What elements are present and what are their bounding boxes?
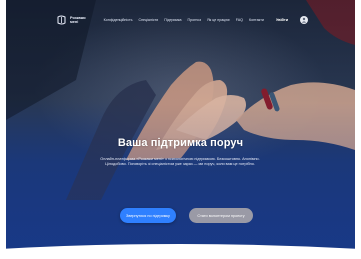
become-volunteer-button[interactable]: Стати волонтером проекту [189, 208, 253, 223]
login-link[interactable]: Увійти [276, 18, 288, 22]
user-icon[interactable] [300, 16, 309, 24]
hero-section [6, 0, 355, 259]
landing-page: Розкажи мені Конфіденційність Спеціаліст… [0, 0, 361, 259]
hero-description: Онлайн-платформа «Розкажи мені» з психол… [100, 157, 260, 167]
menu-item-contacts[interactable]: Контакти [249, 18, 264, 22]
top-navigation: Розкажи мені Конфіденційність Спеціаліст… [56, 10, 316, 30]
logo-text-line2: мені [70, 20, 79, 24]
bottom-wave-divider [0, 244, 361, 259]
user-silhouette-icon [301, 17, 307, 23]
menu-item-faq[interactable]: FAQ [236, 18, 243, 22]
hero-title: Ваша підтримка поруч [117, 137, 244, 149]
logo[interactable]: Розкажи мені [56, 15, 86, 26]
menu-item-forecast[interactable]: Прогнoз [188, 18, 202, 22]
menu-item-support[interactable]: Підтримка [164, 18, 181, 22]
menu-item-specialists[interactable]: Спеціалісти [139, 18, 159, 22]
logo-icon [57, 15, 66, 24]
menu-item-how-it-works[interactable]: Як це працює [207, 18, 230, 22]
get-support-button[interactable]: Звернутися по підтримку [120, 208, 176, 223]
menu-item-privacy[interactable]: Конфіденційність [104, 18, 133, 22]
logo-text: Розкажи мені [70, 16, 86, 25]
main-menu: Конфіденційність Спеціалісти Підтримка П… [104, 16, 309, 24]
hero-overlay [6, 0, 355, 259]
